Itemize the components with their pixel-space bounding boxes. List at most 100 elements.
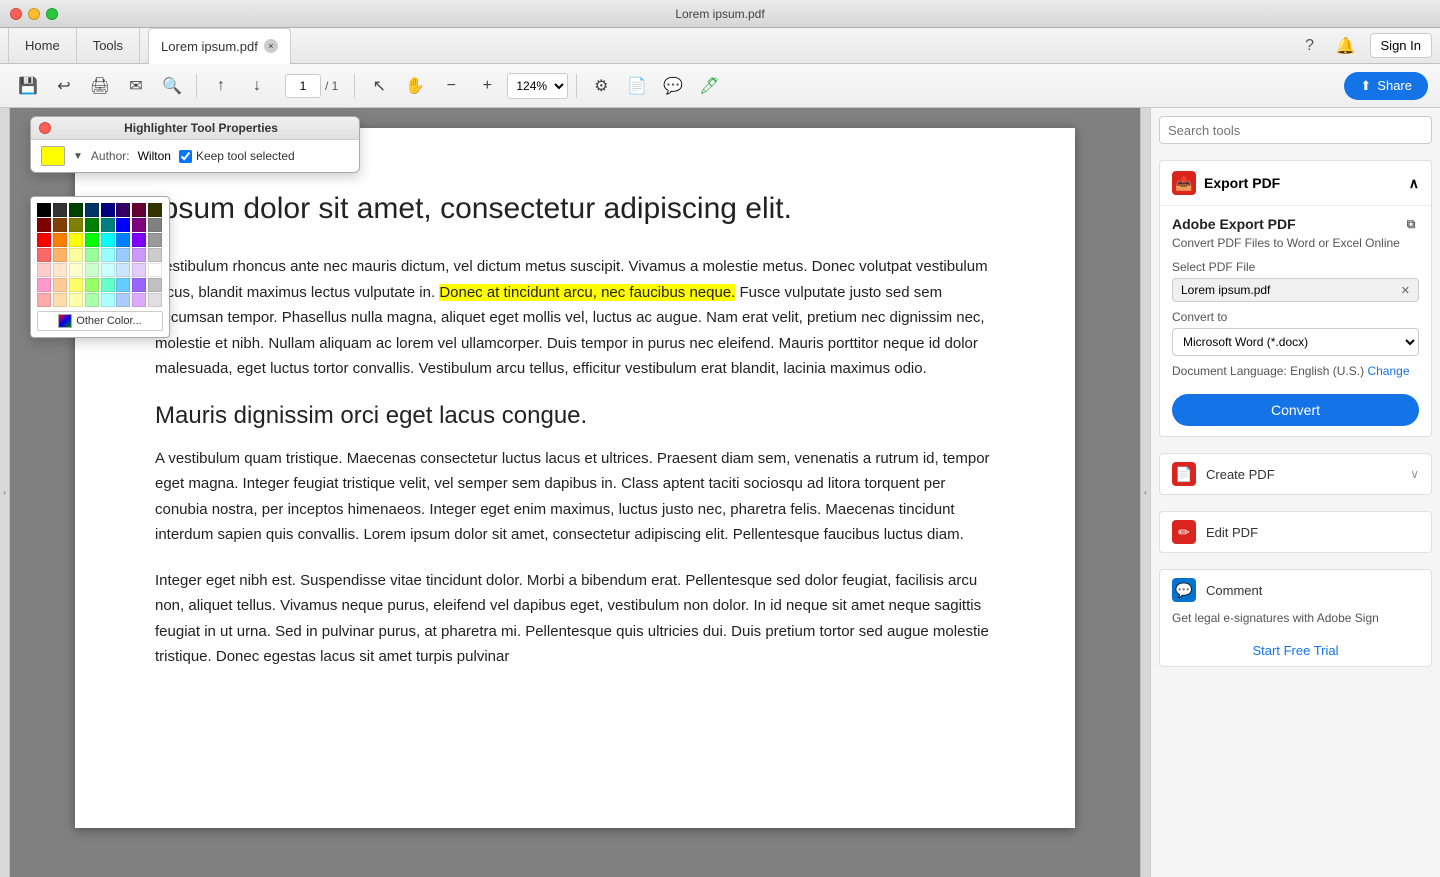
- color-cell[interactable]: [116, 203, 130, 217]
- color-cell[interactable]: [85, 263, 99, 277]
- color-cell[interactable]: [148, 203, 162, 217]
- color-cell[interactable]: [69, 218, 83, 232]
- notifications-button[interactable]: 🔔: [1334, 34, 1358, 58]
- color-cell[interactable]: [101, 203, 115, 217]
- comment-item[interactable]: 💬 Comment: [1160, 570, 1431, 610]
- color-cell[interactable]: [116, 248, 130, 262]
- keep-tool-input[interactable]: [179, 150, 192, 163]
- print-button[interactable]: 🖨: [84, 70, 116, 102]
- color-cell[interactable]: [116, 218, 130, 232]
- keep-tool-checkbox[interactable]: Keep tool selected: [179, 149, 295, 163]
- color-dropdown-arrow[interactable]: ▼: [73, 151, 83, 162]
- home-tab[interactable]: Home: [8, 28, 77, 64]
- sign-in-button[interactable]: Sign In: [1370, 33, 1432, 58]
- other-color-button[interactable]: Other Color...: [37, 311, 163, 331]
- color-cell[interactable]: [53, 203, 67, 217]
- color-cell[interactable]: [53, 248, 67, 262]
- color-cell[interactable]: [37, 233, 51, 247]
- color-cell[interactable]: [116, 233, 130, 247]
- left-panel-collapse[interactable]: ›: [0, 108, 10, 877]
- color-cell[interactable]: [148, 218, 162, 232]
- save-button[interactable]: 💾: [12, 70, 44, 102]
- zoom-in-button[interactable]: +: [471, 70, 503, 102]
- color-cell[interactable]: [85, 233, 99, 247]
- next-page-button[interactable]: ↓: [241, 70, 273, 102]
- organize-pages-button[interactable]: 📄: [621, 70, 653, 102]
- color-cell[interactable]: [37, 248, 51, 262]
- color-cell[interactable]: [53, 293, 67, 307]
- prev-page-button[interactable]: ↑: [205, 70, 237, 102]
- cursor-tool-button[interactable]: ↖: [363, 70, 395, 102]
- color-cell[interactable]: [148, 263, 162, 277]
- color-cell[interactable]: [116, 293, 130, 307]
- find-button[interactable]: 🔍: [156, 70, 188, 102]
- color-cell[interactable]: [37, 293, 51, 307]
- color-cell[interactable]: [85, 203, 99, 217]
- export-pdf-header[interactable]: 📤 Export PDF ∧: [1160, 161, 1431, 205]
- color-cell[interactable]: [101, 248, 115, 262]
- email-button[interactable]: ✉: [120, 70, 152, 102]
- color-swatch[interactable]: [41, 146, 65, 166]
- color-cell[interactable]: [148, 248, 162, 262]
- color-cell[interactable]: [85, 248, 99, 262]
- color-cell[interactable]: [69, 233, 83, 247]
- color-cell[interactable]: [132, 278, 146, 292]
- color-cell[interactable]: [53, 218, 67, 232]
- color-cell[interactable]: [37, 203, 51, 217]
- start-free-trial-link[interactable]: Start Free Trial: [1160, 635, 1431, 666]
- share-button[interactable]: ⬆ Share: [1344, 72, 1428, 100]
- color-cell[interactable]: [132, 263, 146, 277]
- help-button[interactable]: ?: [1298, 34, 1322, 58]
- color-cell[interactable]: [101, 218, 115, 232]
- close-button[interactable]: [10, 8, 22, 20]
- color-cell[interactable]: [53, 233, 67, 247]
- color-cell[interactable]: [101, 263, 115, 277]
- color-cell[interactable]: [101, 293, 115, 307]
- edit-pdf-item[interactable]: ✏ Edit PDF: [1160, 512, 1431, 552]
- color-cell[interactable]: [132, 233, 146, 247]
- highlighter-panel-close[interactable]: [39, 122, 51, 134]
- close-doc-tab-button[interactable]: ×: [264, 39, 278, 53]
- color-cell[interactable]: [53, 278, 67, 292]
- convert-to-select[interactable]: Microsoft Word (*.docx) Microsoft Excel …: [1172, 328, 1419, 356]
- color-cell[interactable]: [53, 263, 67, 277]
- copy-icon[interactable]: ⧉: [1403, 216, 1419, 232]
- color-cell[interactable]: [116, 278, 130, 292]
- maximize-button[interactable]: [46, 8, 58, 20]
- color-cell[interactable]: [69, 203, 83, 217]
- color-cell[interactable]: [69, 293, 83, 307]
- color-cell[interactable]: [132, 293, 146, 307]
- comment-tool-button[interactable]: 💬: [657, 70, 689, 102]
- color-cell[interactable]: [148, 233, 162, 247]
- color-cell[interactable]: [85, 218, 99, 232]
- highlighter-button[interactable]: 🖊: [693, 70, 725, 102]
- color-cell[interactable]: [85, 293, 99, 307]
- search-tools-input[interactable]: [1159, 116, 1432, 144]
- minimize-button[interactable]: [28, 8, 40, 20]
- zoom-select[interactable]: 124% 100% 75% 50%: [507, 73, 568, 99]
- color-cell[interactable]: [85, 278, 99, 292]
- color-cell[interactable]: [37, 218, 51, 232]
- color-cell[interactable]: [37, 263, 51, 277]
- color-cell[interactable]: [69, 278, 83, 292]
- create-pdf-item[interactable]: 📄 Create PDF ∨: [1160, 454, 1431, 494]
- change-language-link[interactable]: Change: [1367, 364, 1409, 378]
- remove-file-button[interactable]: ✕: [1401, 284, 1410, 297]
- right-panel-collapse[interactable]: ‹: [1140, 108, 1150, 877]
- color-cell[interactable]: [132, 248, 146, 262]
- color-cell[interactable]: [37, 278, 51, 292]
- color-cell[interactable]: [148, 278, 162, 292]
- page-number-input[interactable]: [285, 74, 321, 98]
- tools-dropdown-button[interactable]: ⚙: [585, 70, 617, 102]
- color-cell[interactable]: [132, 218, 146, 232]
- color-cell[interactable]: [101, 233, 115, 247]
- convert-button[interactable]: Convert: [1172, 394, 1419, 426]
- document-tab[interactable]: Lorem ipsum.pdf ×: [148, 28, 291, 64]
- color-cell[interactable]: [69, 263, 83, 277]
- color-cell[interactable]: [101, 278, 115, 292]
- color-cell[interactable]: [148, 293, 162, 307]
- tools-tab[interactable]: Tools: [77, 28, 140, 64]
- color-cell[interactable]: [132, 203, 146, 217]
- hand-tool-button[interactable]: ✋: [399, 70, 431, 102]
- color-cell[interactable]: [69, 248, 83, 262]
